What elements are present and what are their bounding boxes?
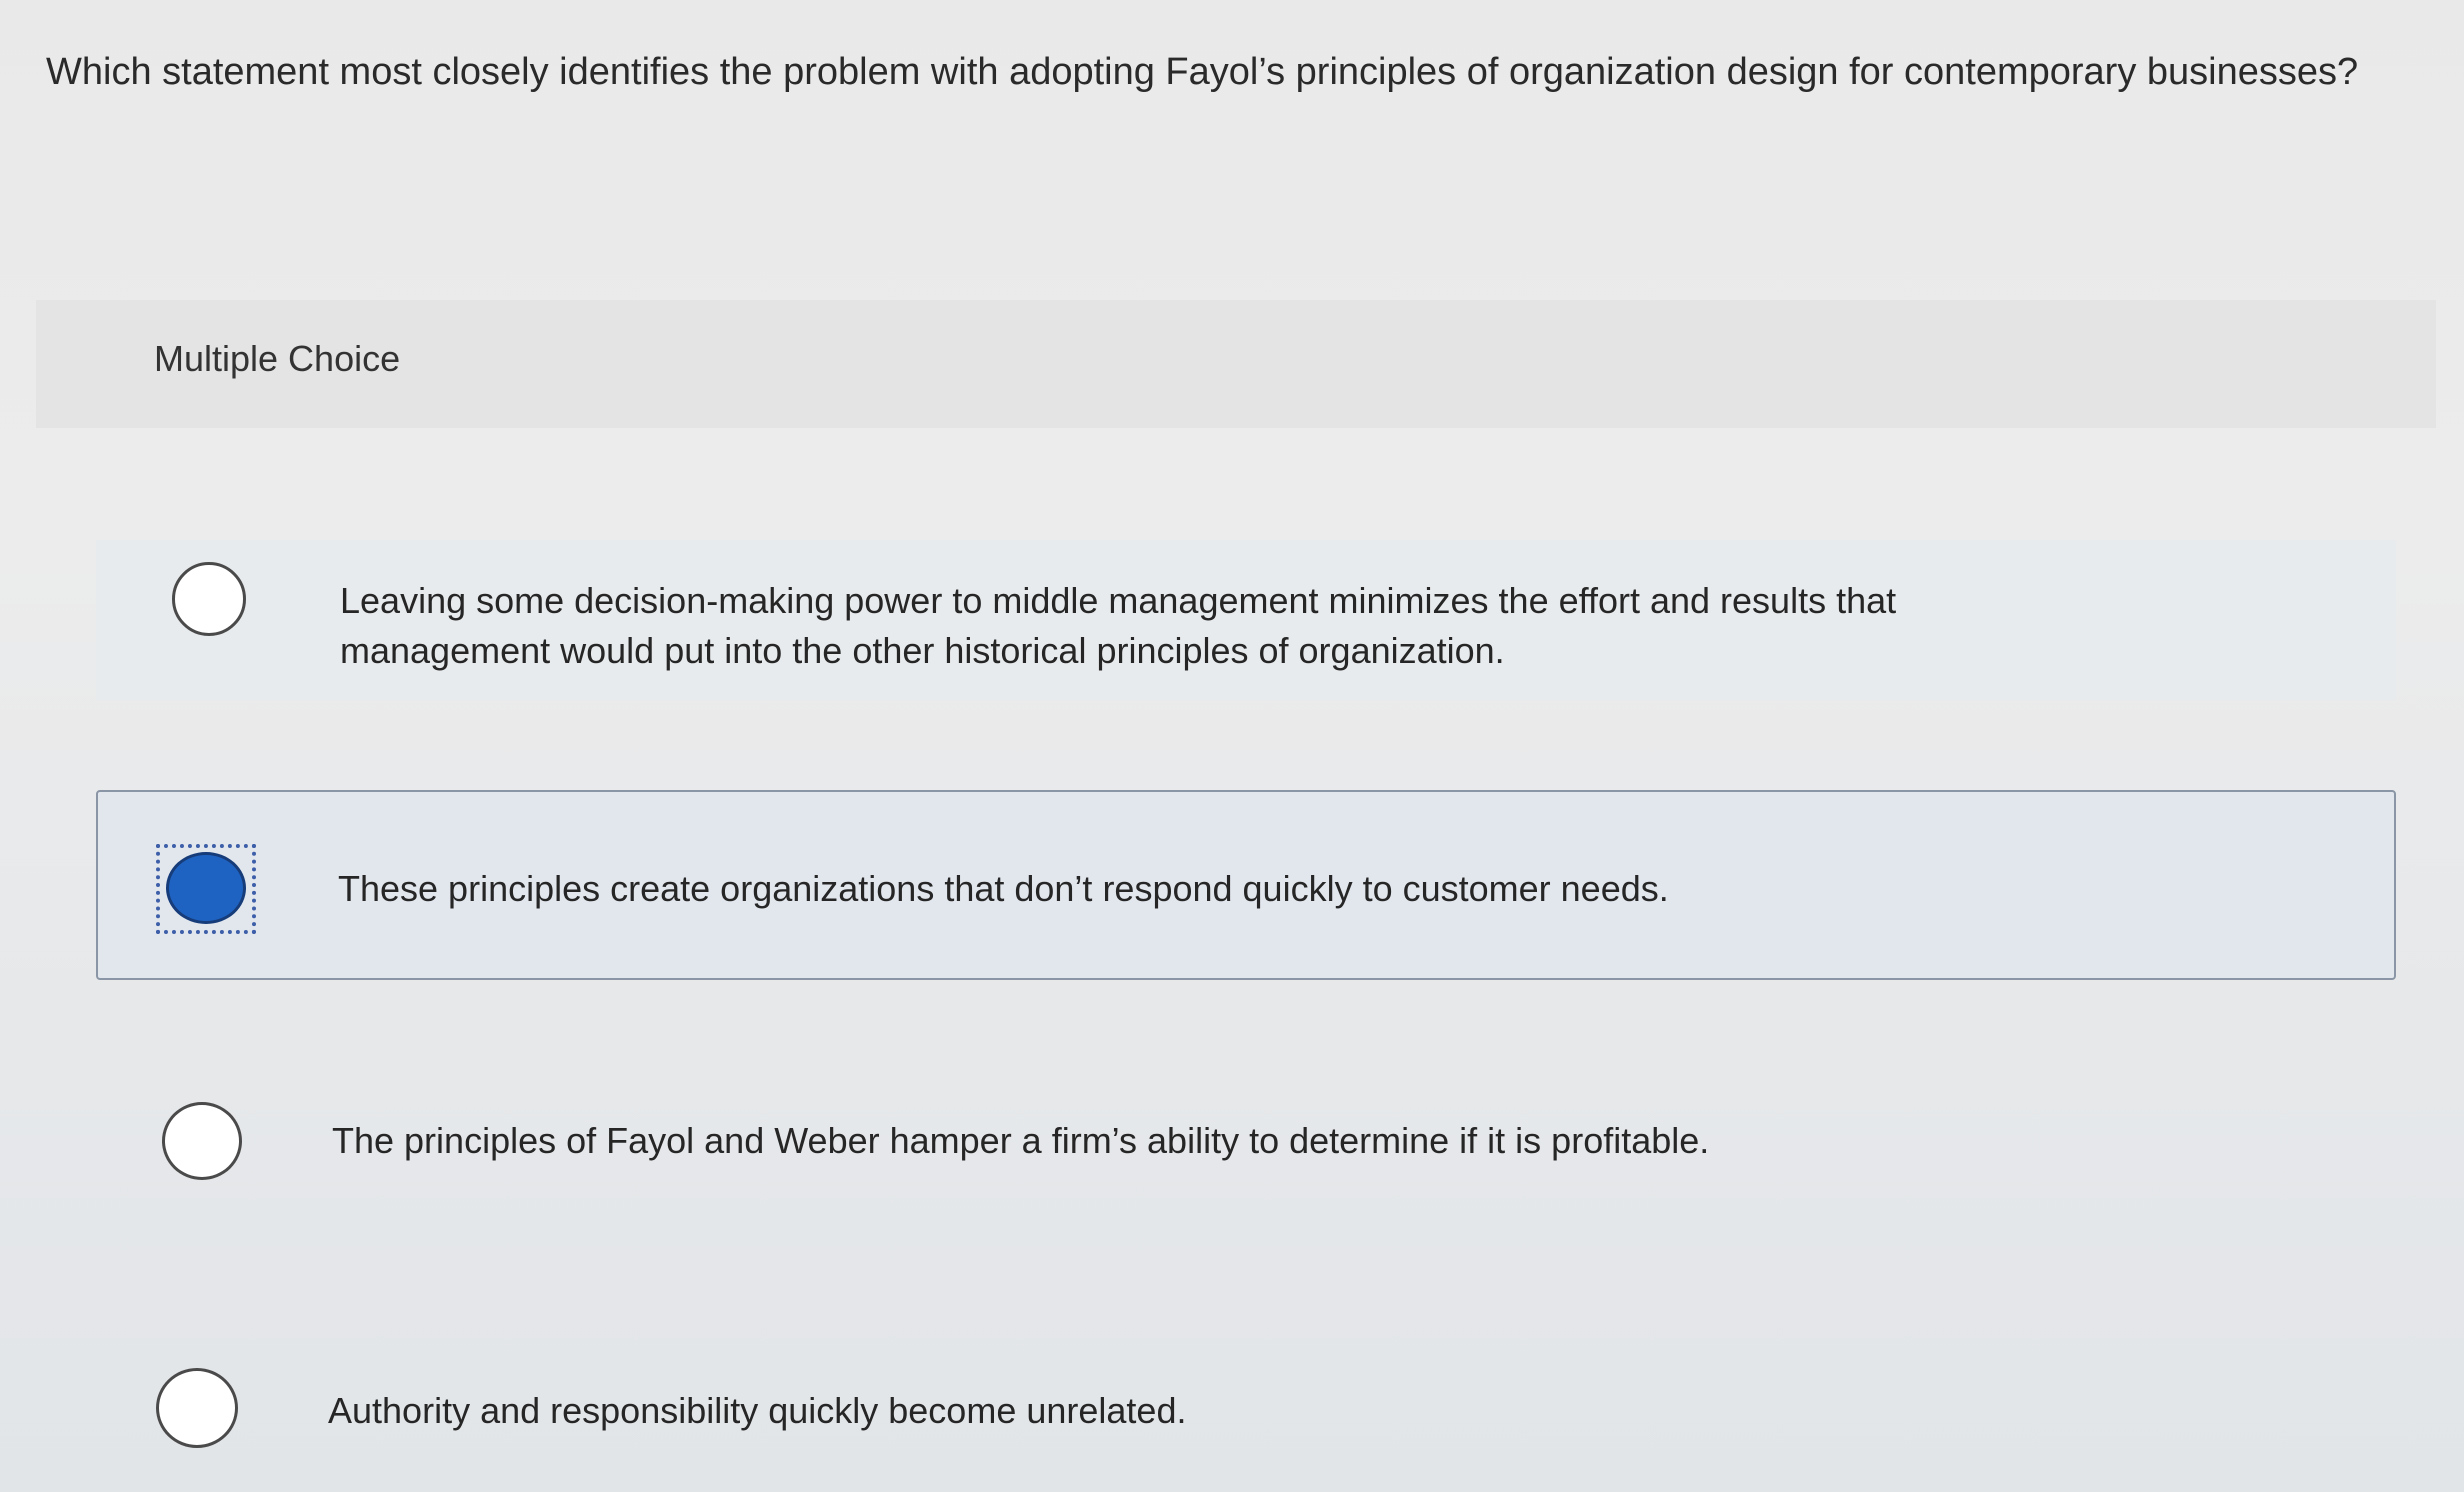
answer-option-2-text: These principles create organizations th… bbox=[338, 864, 1669, 914]
answer-option-3-text: The principles of Fayol and Weber hamper… bbox=[332, 1116, 1709, 1166]
question-text: Which statement most closely identifies … bbox=[46, 51, 2359, 93]
answer-option-2-line-1: These principles create organizations th… bbox=[338, 868, 1669, 909]
answer-option-3[interactable]: The principles of Fayol and Weber hamper… bbox=[96, 1050, 2396, 1200]
answer-option-4-text: Authority and responsibility quickly bec… bbox=[328, 1386, 1186, 1436]
question-stem: Which statement most closely identifies … bbox=[46, 44, 2386, 100]
answer-option-1[interactable]: Leaving some decision-making power to mi… bbox=[96, 540, 2396, 700]
multiple-choice-header: Multiple Choice bbox=[36, 300, 2436, 428]
answer-option-1-line-2: management would put into the other hist… bbox=[340, 630, 1505, 671]
answer-option-2[interactable]: These principles create organizations th… bbox=[96, 790, 2396, 980]
answer-option-4[interactable]: Authority and responsibility quickly bec… bbox=[96, 1330, 2396, 1470]
multiple-choice-label: Multiple Choice bbox=[154, 338, 401, 379]
radio-selected-icon[interactable] bbox=[166, 852, 246, 924]
radio-empty-icon[interactable] bbox=[172, 562, 246, 636]
answer-option-3-line-1: The principles of Fayol and Weber hamper… bbox=[332, 1120, 1710, 1161]
answer-option-1-text: Leaving some decision-making power to mi… bbox=[340, 576, 1896, 676]
answer-option-1-line-1: Leaving some decision-making power to mi… bbox=[340, 580, 1897, 621]
radio-empty-icon[interactable] bbox=[162, 1102, 242, 1180]
radio-empty-icon[interactable] bbox=[156, 1368, 238, 1448]
answer-option-4-line-1: Authority and responsibility quickly bec… bbox=[328, 1390, 1187, 1431]
